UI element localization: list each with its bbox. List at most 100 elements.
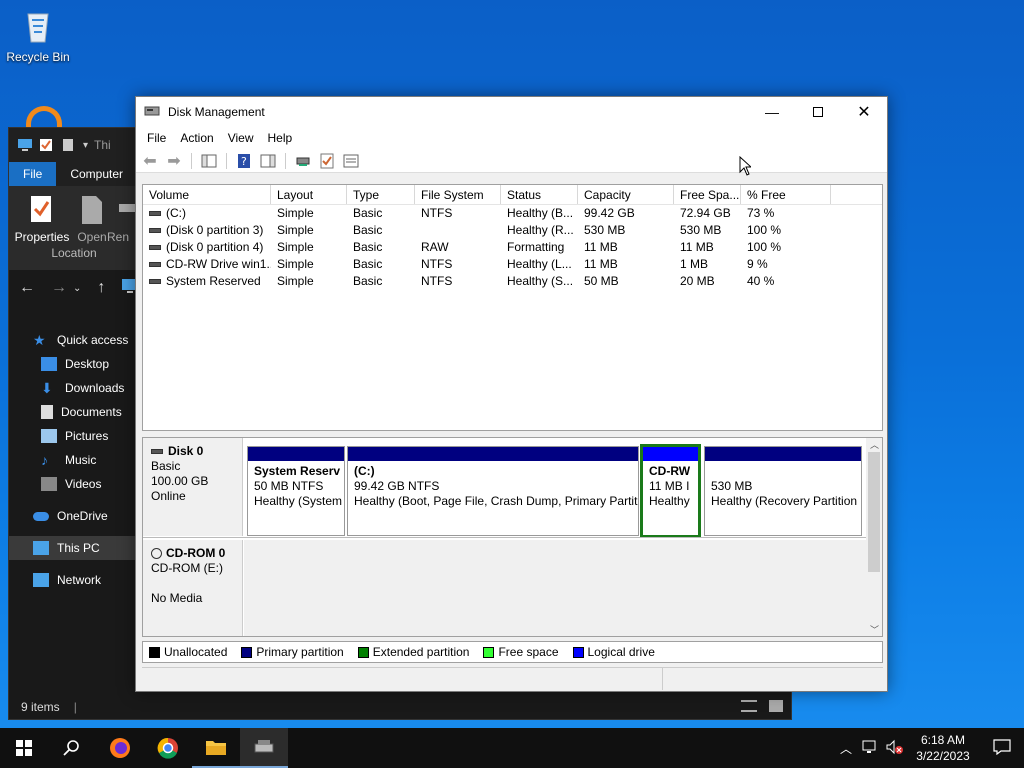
nav-quick-access[interactable]: ★ Quick access [9,328,137,352]
volume-muted-icon[interactable] [882,739,906,758]
cell-file-system: NTFS [421,257,453,271]
volume-list: Volume Layout Type File System Status Ca… [142,184,883,431]
nav-network[interactable]: Network [9,568,137,592]
rename-label: Ren [107,230,130,244]
volume-row[interactable]: (C:) Simple Basic NTFS Healthy (B... 99.42 GB… [143,205,882,222]
toolbar: ⬅ ➡ ? [136,149,887,173]
file-explorer-taskbar-button[interactable] [192,728,240,768]
cell-file-system: NTFS [421,206,453,220]
column-capacity[interactable]: Capacity [578,185,674,204]
chrome-taskbar-button[interactable] [144,728,192,768]
disk-management-window[interactable]: Disk Management — ✕ File Action View Hel… [135,96,888,692]
maximize-button[interactable] [795,97,841,127]
column-file-system[interactable]: File System [415,185,501,204]
disk-management-titlebar[interactable]: Disk Management — ✕ [136,97,887,127]
details-view-icon[interactable] [741,700,757,712]
volume-row[interactable]: (Disk 0 partition 3) Simple Basic Healthy (… [143,222,882,239]
up-arrow-icon[interactable]: ↑ [97,279,105,297]
column-free-space[interactable]: Free Spa... [674,185,741,204]
scroll-down-icon[interactable]: ﹀ [870,623,879,636]
window-title: Disk Management [168,105,265,119]
nav-desktop[interactable]: Desktop [9,352,137,376]
notification-center-icon[interactable] [980,738,1024,758]
folder-icon [206,741,226,755]
quick-access-dropdown-icon[interactable]: ▾ [83,140,88,151]
recycle-bin-desktop-icon[interactable]: Recycle Bin [0,6,76,64]
checkmark-icon [320,153,334,168]
disk-0-state: Online [151,489,186,503]
cell-free-space: 72.94 GB [680,206,731,220]
nav-videos[interactable]: Videos [9,472,137,496]
forward-button[interactable]: ➡ [164,152,184,170]
column-status[interactable]: Status [501,185,578,204]
nav-onedrive[interactable]: OneDrive [9,504,137,528]
column-volume[interactable]: Volume [143,185,271,204]
help-button[interactable]: ? [234,152,254,170]
properties-button[interactable] [341,152,361,170]
column-layout[interactable]: Layout [271,185,347,204]
cell-percent-free: 73 % [747,206,775,220]
disk-0-label[interactable]: Disk 0 Basic 100.00 GB Online [143,438,243,536]
partition-size: 530 MB [711,479,753,493]
minimize-button[interactable]: — [749,97,795,127]
volume-row[interactable]: System Reserved Simple Basic NTFS Healthy (S… [143,273,882,290]
back-button[interactable]: ⬅ [140,152,160,170]
nav-documents[interactable]: Documents [9,400,137,424]
scrollbar-thumb[interactable] [868,452,880,572]
show-hidden-icons-chevron-icon[interactable]: ︿ [834,740,858,757]
properties-icon[interactable] [39,138,55,152]
partition-c[interactable]: (C:) 99.42 GB NTFS Healthy (Boot, Page F… [347,446,639,536]
cell-volume: CD-RW Drive win1... [143,256,271,273]
nav-this-pc[interactable]: This PC [9,536,137,560]
new-folder-icon[interactable] [61,138,77,152]
tab-file[interactable]: File [9,162,57,186]
close-icon: ✕ [857,104,871,121]
svg-text:?: ? [241,155,247,168]
volume-row[interactable]: (Disk 0 partition 4) Simple Basic RAW Format… [143,239,882,256]
close-button[interactable]: ✕ [841,97,887,127]
tab-computer[interactable]: Computer [56,162,137,186]
recent-dropdown-icon[interactable]: ⌄ [73,283,81,294]
taskbar-clock[interactable]: 6:18 AM 3/22/2023 [906,732,980,764]
menu-action[interactable]: Action [173,131,220,145]
search-button[interactable] [48,728,96,768]
menu-file[interactable]: File [140,131,173,145]
scroll-up-icon[interactable]: ︿ [870,438,879,451]
disk-0-type: Basic [151,459,181,473]
partition-cd-rw[interactable]: CD-RW 11 MB I Healthy [640,444,701,538]
partition-system-reserved[interactable]: System Reserv 50 MB NTFS Healthy (System [247,446,345,536]
large-icons-view-icon[interactable] [769,700,783,712]
firefox-taskbar-button[interactable] [96,728,144,768]
nav-pictures[interactable]: Pictures [9,424,137,448]
cdrom-0-label[interactable]: CD-ROM 0 CD-ROM (E:) No Media [143,540,243,636]
legend-swatch [241,647,253,659]
network-disconnected-icon[interactable] [858,739,882,758]
partition-recovery[interactable]: 530 MB Healthy (Recovery Partition [704,446,862,536]
disk-management-statusbar [142,667,883,690]
cdrom-0-type: CD-ROM (E:) [151,561,223,575]
check-button[interactable] [317,152,337,170]
start-button[interactable] [0,728,48,768]
volume-rows: (C:) Simple Basic NTFS Healthy (B... 99.42 GB… [143,205,882,290]
menu-help[interactable]: Help [261,131,300,145]
menu-view[interactable]: View [221,131,261,145]
show-hide-console-tree-button[interactable] [199,152,219,170]
partition-size: 99.42 GB NTFS [354,479,440,493]
column-percent-free[interactable]: % Free [741,185,831,204]
cell-layout: Simple [277,257,314,271]
graph-pane-scrollbar[interactable]: ︿ ﹀ [866,438,882,636]
nav-downloads[interactable]: ⬇ Downloads [9,376,137,400]
connect-disk-button[interactable] [293,152,313,170]
volume-row[interactable]: CD-RW Drive win1... Simple Basic NTFS Health… [143,256,882,273]
back-arrow-icon[interactable]: ← [19,279,35,297]
nav-music[interactable]: ♪ Music [9,448,137,472]
disk-management-taskbar-button[interactable] [240,728,288,768]
show-hide-action-pane-button[interactable] [258,152,278,170]
partition-size: 50 MB NTFS [254,479,324,493]
console-tree-icon [201,154,217,167]
forward-arrow-icon[interactable]: → [51,279,67,297]
search-icon [63,740,79,756]
documents-icon [41,405,53,419]
cell-type: Basic [353,257,383,271]
column-type[interactable]: Type [347,185,415,204]
